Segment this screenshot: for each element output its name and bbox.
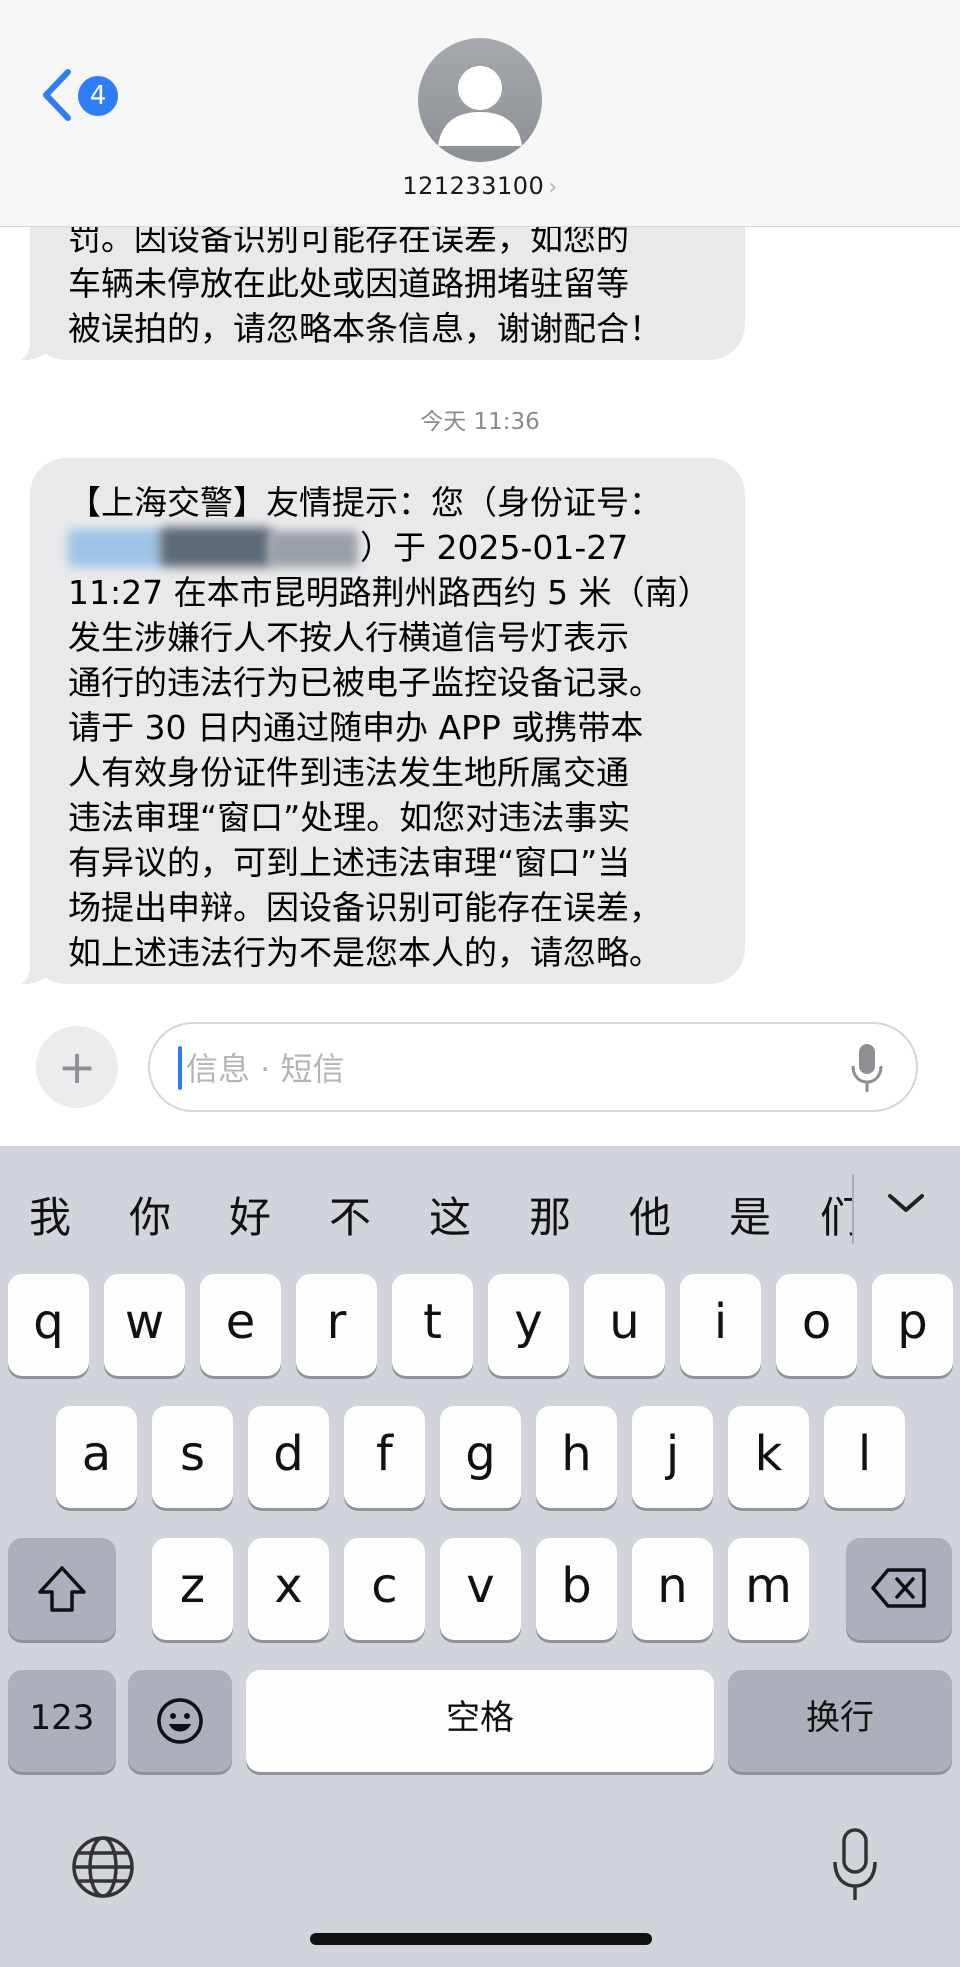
chevron-right-icon: › bbox=[548, 175, 558, 200]
key-w[interactable]: w bbox=[104, 1274, 185, 1376]
key-f[interactable]: f bbox=[344, 1406, 425, 1508]
message-line: 发生涉嫌行人不按人行横道信号灯表示 bbox=[68, 618, 629, 657]
message-line: 场提出申辩。因设备识别可能存在误差， bbox=[68, 888, 662, 927]
key-v[interactable]: v bbox=[440, 1538, 521, 1640]
candidate-word[interactable]: 是 bbox=[720, 1184, 780, 1245]
message-timestamp: 今天 11:36 bbox=[420, 409, 540, 435]
dictation-mic-icon[interactable] bbox=[850, 1042, 884, 1094]
redacted-id-blur bbox=[160, 527, 272, 567]
key-t[interactable]: t bbox=[392, 1274, 473, 1376]
message-line: 车辆未停放在此处或因道路拥堵驻留等 bbox=[68, 264, 629, 303]
emoji-key[interactable] bbox=[128, 1670, 232, 1772]
candidate-overflow[interactable]: 们 bbox=[820, 1184, 852, 1245]
key-l[interactable]: l bbox=[824, 1406, 905, 1508]
text-caret bbox=[178, 1046, 182, 1090]
message-line-fragment: ）于 2025-01-27 bbox=[360, 528, 629, 567]
globe-icon[interactable] bbox=[70, 1834, 136, 1900]
key-k[interactable]: k bbox=[728, 1406, 809, 1508]
chevron-down-icon[interactable] bbox=[882, 1184, 930, 1224]
key-y[interactable]: y bbox=[488, 1274, 569, 1376]
key-h[interactable]: h bbox=[536, 1406, 617, 1508]
keyboard: 我 你 好 不 这 那 他 是 们 q w e r t y u i o p a … bbox=[0, 1146, 960, 1967]
candidate-word[interactable]: 他 bbox=[620, 1184, 680, 1245]
shift-arrow-icon bbox=[38, 1566, 86, 1612]
key-n[interactable]: n bbox=[632, 1538, 713, 1640]
redacted-id-blur bbox=[268, 531, 358, 567]
key-m[interactable]: m bbox=[728, 1538, 809, 1640]
message-line: 被误拍的，请忽略本条信息，谢谢配合！ bbox=[68, 309, 662, 348]
message-line: 有异议的，可到上述违法审理“窗口”当 bbox=[68, 843, 631, 882]
redacted-id-blur bbox=[68, 529, 164, 567]
key-r[interactable]: r bbox=[296, 1274, 377, 1376]
emoji-smile-icon bbox=[157, 1698, 203, 1744]
message-line: ）于 2025-01-27 bbox=[68, 525, 711, 570]
add-attachment-button[interactable]: + bbox=[36, 1026, 118, 1108]
conversation-header: 4 121233100 › bbox=[0, 0, 960, 227]
message-input-placeholder: 信息 · 短信 bbox=[186, 1050, 345, 1088]
key-c[interactable]: c bbox=[344, 1538, 425, 1640]
candidate-word[interactable]: 好 bbox=[220, 1184, 280, 1245]
candidate-word: 们 bbox=[820, 1193, 852, 1242]
delete-key[interactable] bbox=[846, 1538, 952, 1640]
message-line: 通行的违法行为已被电子监控设备记录。 bbox=[68, 663, 662, 702]
back-button[interactable]: 4 bbox=[38, 66, 128, 126]
key-j[interactable]: j bbox=[632, 1406, 713, 1508]
message-line: 11:27 在本市昆明路荆州路西约 5 米（南） bbox=[68, 573, 711, 612]
message-line: 违法审理“窗口”处理。如您对违法事实 bbox=[68, 798, 631, 837]
key-z[interactable]: z bbox=[152, 1538, 233, 1640]
shift-key[interactable] bbox=[8, 1538, 116, 1640]
key-e[interactable]: e bbox=[200, 1274, 281, 1376]
candidate-word[interactable]: 不 bbox=[320, 1184, 380, 1245]
home-indicator bbox=[310, 1933, 652, 1945]
key-a[interactable]: a bbox=[56, 1406, 137, 1508]
contact-name[interactable]: 121233100 › bbox=[330, 172, 630, 206]
contact-number: 121233100 bbox=[402, 172, 545, 200]
key-b[interactable]: b bbox=[536, 1538, 617, 1640]
plus-icon: + bbox=[57, 1040, 97, 1094]
message-line: 请于 30 日内通过随申办 APP 或携带本 bbox=[68, 708, 644, 747]
person-icon bbox=[438, 66, 522, 146]
key-p[interactable]: p bbox=[872, 1274, 953, 1376]
key-d[interactable]: d bbox=[248, 1406, 329, 1508]
key-q[interactable]: q bbox=[8, 1274, 89, 1376]
message-line: 人有效身份证件到违法发生地所属交通 bbox=[68, 753, 629, 792]
candidate-word[interactable]: 那 bbox=[520, 1184, 580, 1245]
dictation-mic-icon[interactable] bbox=[830, 1826, 880, 1906]
candidate-word[interactable]: 这 bbox=[420, 1184, 480, 1245]
chevron-left-icon bbox=[43, 69, 71, 121]
candidate-divider bbox=[852, 1174, 854, 1244]
message-line: 【上海交警】友情提示：您（身份证号： bbox=[68, 483, 662, 522]
candidate-word[interactable]: 你 bbox=[120, 1184, 180, 1245]
backspace-icon bbox=[871, 1568, 926, 1608]
message-line: 如上述违法行为不是您本人的，请忽略。 bbox=[68, 933, 662, 972]
key-g[interactable]: g bbox=[440, 1406, 521, 1508]
key-u[interactable]: u bbox=[584, 1274, 665, 1376]
key-s[interactable]: s bbox=[152, 1406, 233, 1508]
candidate-bar: 我 你 好 不 这 那 他 是 们 bbox=[0, 1146, 960, 1276]
contact-avatar[interactable] bbox=[418, 38, 542, 162]
candidate-word[interactable]: 我 bbox=[20, 1184, 80, 1245]
traffic-notice-message-bubble[interactable]: 【上海交警】友情提示：您（身份证号： ）于 2025-01-27 11:27 在… bbox=[30, 458, 745, 984]
key-x[interactable]: x bbox=[248, 1538, 329, 1640]
key-o[interactable]: o bbox=[776, 1274, 857, 1376]
space-key[interactable]: 空格 bbox=[246, 1670, 714, 1772]
message-input[interactable]: 信息 · 短信 bbox=[148, 1022, 918, 1112]
numbers-key[interactable]: 123 bbox=[8, 1670, 116, 1772]
key-i[interactable]: i bbox=[680, 1274, 761, 1376]
return-key[interactable]: 换行 bbox=[728, 1670, 952, 1772]
unread-count-badge: 4 bbox=[78, 76, 118, 116]
